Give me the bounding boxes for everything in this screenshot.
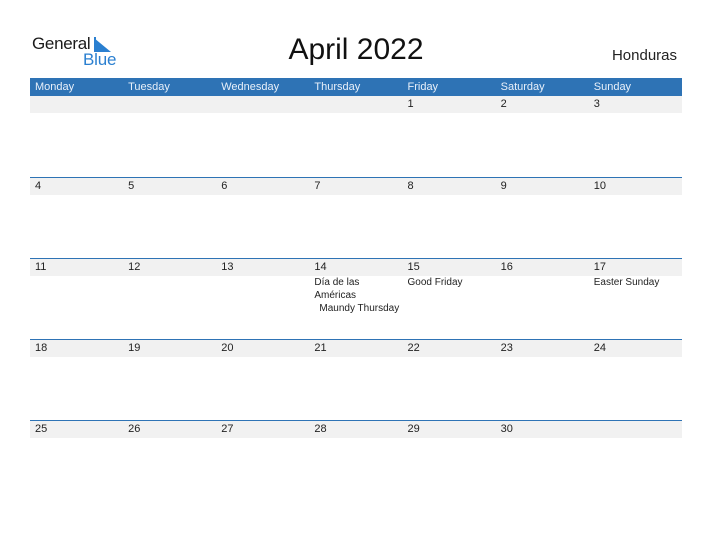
day-cell <box>309 96 402 113</box>
day-number: 7 <box>314 180 321 192</box>
day-cell: 17 Easter Sunday <box>589 259 682 315</box>
day-cell: 25 <box>30 421 123 438</box>
day-number: 17 <box>593 261 606 273</box>
day-cell: 21 <box>309 340 402 357</box>
week-cells: 25 26 27 28 29 30 <box>30 421 682 438</box>
day-number: 12 <box>128 261 141 273</box>
day-cell: 16 <box>496 259 589 315</box>
day-number: 6 <box>221 180 228 192</box>
holiday-label: Easter Sunday <box>593 277 660 288</box>
weekday-thursday: Thursday <box>314 81 361 93</box>
weekday-sunday: Sunday <box>593 81 632 93</box>
day-cell: 19 <box>123 340 216 357</box>
day-cell: 22 <box>403 340 496 357</box>
day-cell: 2 <box>496 96 589 113</box>
day-cell: 9 <box>496 178 589 195</box>
weekday-saturday: Saturday <box>500 81 545 93</box>
day-number: 15 <box>407 261 420 273</box>
day-number: 1 <box>407 98 414 110</box>
day-number: 5 <box>128 180 135 192</box>
weekday-tuesday: Tuesday <box>128 81 170 93</box>
day-number: 9 <box>500 180 507 192</box>
day-number: 10 <box>593 180 606 192</box>
day-cell <box>589 421 682 438</box>
day-cell <box>123 96 216 113</box>
weekday-friday: Friday <box>407 81 439 93</box>
week-row: 11 12 13 14 Día de las Américas Maundy Thursd… <box>30 258 682 339</box>
calendar-title: April 2022 <box>288 33 424 66</box>
day-number: 20 <box>221 342 234 354</box>
day-number: 14 <box>314 261 327 273</box>
weekday-header: Monday Tuesday Wednesday Thursday Friday… <box>30 78 682 96</box>
day-number: 8 <box>407 180 414 192</box>
holiday-label: Maundy Thursday <box>319 303 400 314</box>
day-cell <box>30 96 123 113</box>
day-cell: 24 <box>589 340 682 357</box>
day-cell: 30 <box>496 421 589 438</box>
day-number <box>221 96 309 113</box>
day-cell: 26 <box>123 421 216 438</box>
week-cells: 11 12 13 14 Día de las Américas Maundy Thursd… <box>30 259 682 315</box>
day-number <box>35 96 123 113</box>
day-cell: 18 <box>30 340 123 357</box>
day-cell: 7 <box>309 178 402 195</box>
week-row: 18 19 20 21 22 23 24 <box>30 339 682 420</box>
country-label: Honduras <box>611 47 677 64</box>
day-number <box>314 96 402 113</box>
day-cell: 29 <box>403 421 496 438</box>
weekday-wednesday: Wednesday <box>221 81 280 93</box>
day-cell: 6 <box>216 178 309 195</box>
day-cell: 20 <box>216 340 309 357</box>
weekday-monday: Monday <box>35 81 75 93</box>
day-number: 19 <box>128 342 141 354</box>
day-cell: 27 <box>216 421 309 438</box>
day-cell: 1 <box>403 96 496 113</box>
day-number: 30 <box>500 423 513 435</box>
day-cell: 14 Día de las Américas Maundy Thursday <box>309 259 402 315</box>
week-row: 25 26 27 28 29 30 <box>30 420 682 501</box>
day-cell: 15 Good Friday <box>403 259 496 315</box>
day-cell: 13 <box>216 259 309 315</box>
day-number: 11 <box>35 261 47 273</box>
day-number: 29 <box>407 423 420 435</box>
day-number: 18 <box>35 342 48 354</box>
holiday-label: Día de las Américas <box>314 277 360 301</box>
day-number: 4 <box>35 180 42 192</box>
day-number: 27 <box>221 423 234 435</box>
week-row: 1 2 3 <box>30 95 682 176</box>
day-cell: 23 <box>496 340 589 357</box>
holiday-label: Good Friday <box>407 277 463 288</box>
day-number: 13 <box>221 261 234 273</box>
week-cells: 18 19 20 21 22 23 24 <box>30 340 682 357</box>
day-number: 21 <box>314 342 327 354</box>
week-cells: 4 5 6 7 8 9 10 <box>30 178 682 195</box>
day-number: 25 <box>35 423 48 435</box>
day-cell: 12 <box>123 259 216 315</box>
day-number <box>128 96 216 113</box>
day-number: 28 <box>314 423 327 435</box>
day-cell <box>216 96 309 113</box>
day-number: 24 <box>593 342 606 354</box>
day-cell: 10 <box>589 178 682 195</box>
day-number: 3 <box>593 98 600 110</box>
day-cell: 11 <box>30 259 123 315</box>
week-row: 4 5 6 7 8 9 10 <box>30 177 682 258</box>
day-number: 26 <box>128 423 141 435</box>
day-number: 23 <box>500 342 513 354</box>
day-number: 2 <box>500 98 507 110</box>
day-cell: 28 <box>309 421 402 438</box>
day-cell: 8 <box>403 178 496 195</box>
day-cell: 5 <box>123 178 216 195</box>
day-cell: 3 <box>589 96 682 113</box>
day-number: 16 <box>500 261 513 273</box>
day-number <box>594 421 682 438</box>
day-number: 22 <box>407 342 420 354</box>
week-cells: 1 2 3 <box>30 96 682 113</box>
day-cell: 4 <box>30 178 123 195</box>
